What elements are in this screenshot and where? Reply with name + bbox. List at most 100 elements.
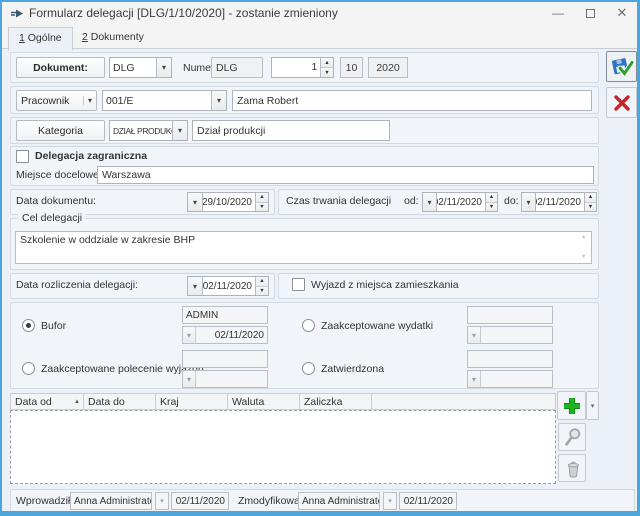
employee-name-field[interactable]: Zama Robert [232, 90, 592, 111]
document-type-combo[interactable]: DLG ▾ [109, 57, 172, 78]
duration-label: Czas trwania delegacji [286, 195, 392, 207]
created-by-label: Wprowadził: [16, 495, 74, 507]
destination-input[interactable]: Warszawa [97, 166, 594, 184]
home-departure-checkbox[interactable] [292, 278, 305, 291]
purpose-textarea[interactable]: Szkolenie w oddziale w zakresie BHP [15, 231, 592, 264]
pracownik-button-label: Pracownik [21, 94, 70, 107]
close-button[interactable]: ✕ [610, 2, 634, 24]
window-title: Formularz delegacji [DLG/1/10/2020] - zo… [29, 6, 338, 20]
spin-up-icon[interactable]: ▲ [585, 193, 596, 203]
created-by-dropdown: ▾ [155, 492, 169, 510]
spin-up-icon[interactable]: ▲ [321, 58, 333, 68]
cancel-button[interactable] [606, 87, 637, 118]
chevron-down-icon[interactable]: ▾ [172, 121, 187, 140]
calendar-dropdown-icon: ▾ [183, 327, 196, 343]
column-header-data-do[interactable]: Data do [84, 394, 156, 409]
created-date-field: 02/11/2020 [171, 492, 229, 510]
chevron-down-icon: ▾ [160, 498, 164, 505]
document-number-stepper[interactable]: 1 ▲ ▼ [271, 57, 334, 78]
delegation-form-window: Formularz delegacji [DLG/1/10/2020] - zo… [0, 0, 640, 516]
chevron-down-icon: ▾ [590, 402, 595, 410]
to-date-picker[interactable]: ▾ 02/11/2020 ▲ ▼ [521, 192, 597, 212]
foreign-trip-label: Delegacja zagraniczna [35, 150, 148, 162]
pracownik-button[interactable]: Pracownik ▾ [16, 90, 97, 111]
expenses-radio[interactable] [302, 319, 315, 332]
travel-order-operator-field [182, 350, 268, 368]
kategoria-button[interactable]: Kategoria [16, 120, 105, 141]
document-year-field: 2020 [368, 57, 408, 78]
employee-code-combo[interactable]: 001/E ▾ [102, 90, 227, 111]
delete-item-button[interactable] [558, 454, 586, 482]
expenses-operator-field [467, 306, 553, 324]
scroll-down-icon[interactable]: ▼ [581, 254, 586, 260]
minimize-icon: — [552, 6, 564, 20]
document-type-value: DLG [113, 61, 135, 74]
magnifier-icon [565, 428, 581, 446]
document-month-field: 10 [340, 57, 363, 78]
cancel-x-icon [613, 94, 630, 111]
tab-dokumenty[interactable]: 2 Dokumenty [72, 27, 154, 49]
travel-order-label: Zaakceptowane polecenie wyjazdu [41, 363, 204, 375]
spin-down-icon[interactable]: ▼ [256, 286, 268, 295]
minimize-button[interactable]: — [546, 2, 570, 24]
bufor-date-field: ▾ 02/11/2020 [182, 326, 268, 344]
settlement-date-picker[interactable]: ▾ 02/11/2020 ▲ ▼ [187, 276, 269, 296]
to-label: do: [504, 195, 519, 207]
expenses-date-field: ▾ [467, 326, 553, 344]
doc-date-value: 29/10/2020 [203, 196, 252, 208]
date-spinner[interactable]: ▲ ▼ [255, 193, 268, 211]
spin-down-icon[interactable]: ▼ [256, 202, 268, 211]
spin-down-icon[interactable]: ▼ [585, 202, 596, 211]
from-date-picker[interactable]: ▾ 02/11/2020 ▲ ▼ [422, 192, 498, 212]
spin-down-icon[interactable]: ▼ [321, 68, 333, 77]
calendar-dropdown-icon[interactable]: ▾ [522, 193, 536, 211]
chevron-down-icon[interactable]: ▾ [156, 58, 171, 77]
expenses-label: Zaakceptowane wydatki [321, 320, 434, 332]
save-button[interactable] [606, 51, 637, 82]
items-table-header: Data od ▲ Data do Kraj Waluta Zaliczka [10, 393, 556, 410]
approved-date-field: ▾ [467, 370, 553, 388]
approved-label: Zatwierdzona [321, 363, 385, 375]
items-table-body[interactable] [10, 410, 556, 484]
spin-up-icon[interactable]: ▲ [256, 277, 268, 287]
date-spinner[interactable]: ▲ ▼ [584, 193, 596, 211]
maximize-button[interactable] [578, 2, 602, 24]
save-icon [611, 57, 634, 78]
scroll-up-icon[interactable]: ▲ [581, 234, 586, 240]
spin-up-icon[interactable]: ▲ [486, 193, 497, 203]
calendar-dropdown-icon[interactable]: ▾ [423, 193, 437, 211]
tab-ogolne[interactable]: 1 Ogólne [8, 27, 73, 50]
destination-label: Miejsce docelowe: [16, 169, 102, 181]
column-label: Data od [15, 395, 52, 408]
calendar-dropdown-icon[interactable]: ▾ [188, 277, 203, 295]
created-by-field: Anna Administrator [70, 492, 152, 510]
calendar-dropdown-icon[interactable]: ▾ [188, 193, 203, 211]
date-spinner[interactable]: ▲ ▼ [485, 193, 497, 211]
column-header-waluta[interactable]: Waluta [228, 394, 300, 409]
category-description-field[interactable]: Dział produkcji [192, 120, 390, 141]
plus-icon [563, 397, 580, 414]
dokument-button[interactable]: Dokument: [16, 57, 105, 78]
column-header-data-od[interactable]: Data od ▲ [11, 394, 84, 409]
bufor-radio[interactable] [22, 319, 35, 332]
travel-order-radio[interactable] [22, 362, 35, 375]
foreign-trip-checkbox[interactable] [16, 150, 29, 163]
add-item-menu-button[interactable]: ▾ [586, 391, 599, 420]
spin-up-icon[interactable]: ▲ [256, 193, 268, 203]
column-header-zaliczka[interactable]: Zaliczka [300, 394, 372, 409]
edit-item-button[interactable] [558, 423, 586, 451]
number-spinner[interactable]: ▲ ▼ [320, 58, 333, 77]
maximize-icon [585, 9, 595, 19]
modified-by-field: Anna Administrator [298, 492, 380, 510]
approved-radio[interactable] [302, 362, 315, 375]
category-code-combo[interactable]: DZIAŁ PRODUKCJI ▾ [109, 120, 188, 141]
calendar-dropdown-icon: ▾ [183, 371, 196, 387]
doc-date-picker[interactable]: ▾ 29/10/2020 ▲ ▼ [187, 192, 269, 212]
category-code-value: DZIAŁ PRODUKCJI [113, 125, 172, 136]
chevron-down-icon[interactable]: ▾ [211, 91, 226, 110]
column-header-kraj[interactable]: Kraj [156, 394, 228, 409]
add-item-button[interactable] [557, 391, 586, 420]
spin-down-icon[interactable]: ▼ [486, 202, 497, 211]
home-departure-label: Wyjazd z miejsca zamieszkania [311, 279, 459, 291]
date-spinner[interactable]: ▲ ▼ [255, 277, 268, 295]
